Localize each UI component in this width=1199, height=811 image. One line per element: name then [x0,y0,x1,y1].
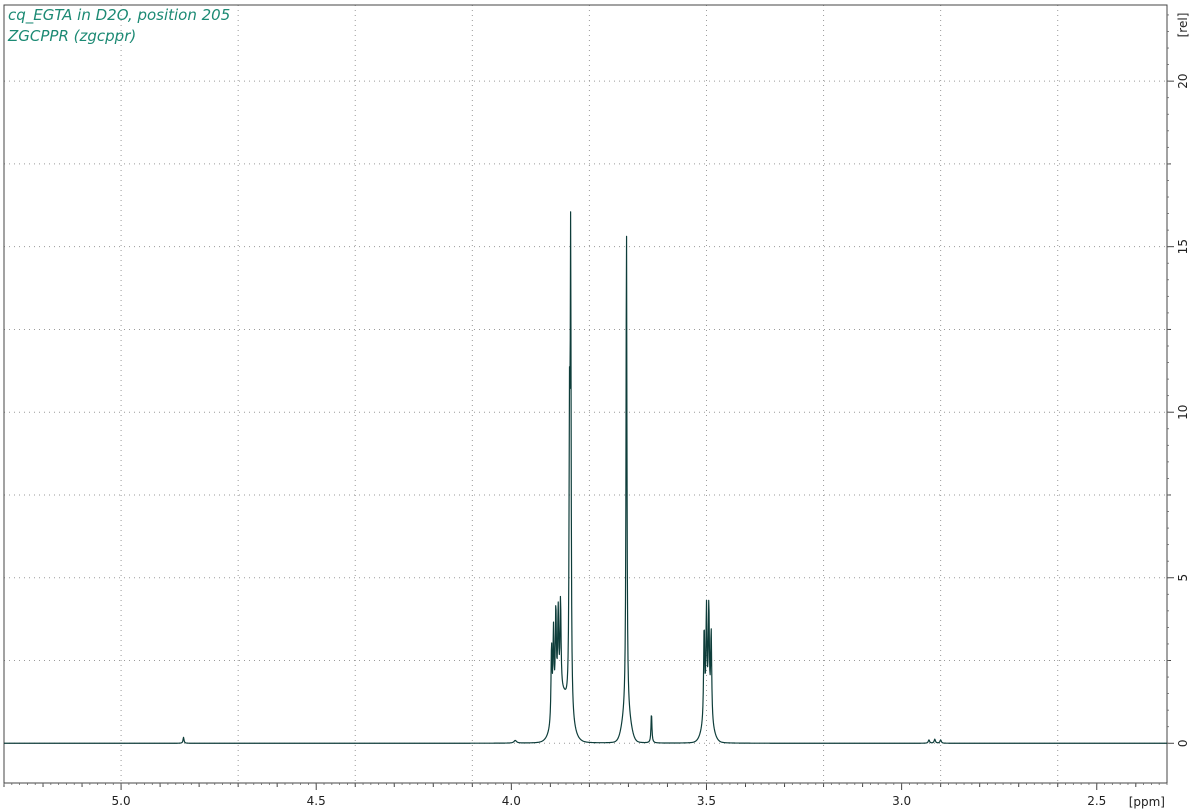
y-axis-unit-label: [rel] [1176,13,1190,38]
plot-frame [3,4,1168,784]
spectrum-title-line-1: cq_EGTA in D2O, position 205 [8,6,231,24]
x-tick-label: 3.0 [892,794,911,808]
x-tick-label: 4.5 [307,794,326,808]
y-tick-label: 20 [1176,74,1190,89]
x-tick-label: 4.0 [502,794,521,808]
x-axis: 5.0 4.5 4.0 3.5 3.0 2.5 [3,783,1168,808]
x-axis-unit-label: [ppm] [1129,795,1165,809]
x-tick-label: 3.5 [697,794,716,808]
grid [4,5,1167,783]
spectrum-plot: 5.0 4.5 4.0 3.5 3.0 2.5 0 5 10 15 20 [ppm] [rel] [3,4,1190,809]
y-tick-label: 15 [1176,239,1190,254]
spectrum-title-line-2: ZGCPPR (zgcppr) [8,27,137,45]
y-tick-label: 0 [1176,739,1190,747]
y-tick-label: 5 [1176,574,1190,582]
x-tick-label: 5.0 [112,794,131,808]
spectrum-series-line [3,211,1168,744]
y-axis: 0 5 10 15 20 [1167,14,1190,747]
y-tick-label: 10 [1176,405,1190,420]
x-tick-label: 2.5 [1087,794,1106,808]
